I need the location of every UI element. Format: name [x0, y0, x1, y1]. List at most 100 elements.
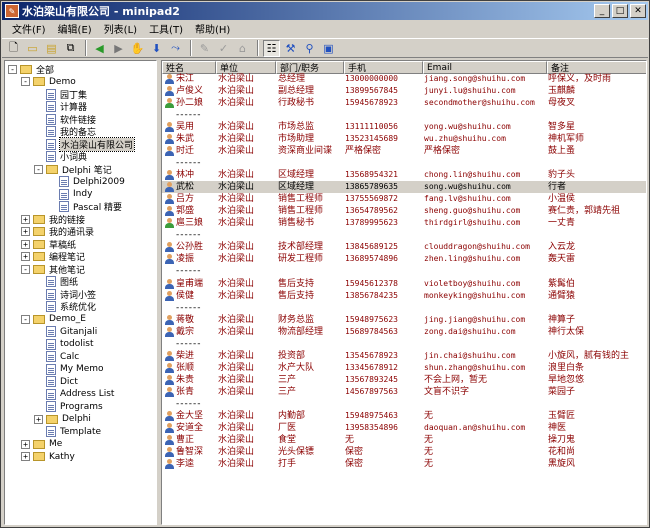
tree-node[interactable]: 诗词小签 — [34, 288, 96, 301]
tree-node[interactable]: - Demo_E — [21, 313, 86, 325]
table-row[interactable]: 孙二娘 水泊梁山 行政秘书 15945678923 secondmother@shuih… — [162, 97, 646, 109]
expand-icon[interactable]: + — [21, 214, 30, 224]
table-row[interactable]: 凌振 水泊梁山 研发工程师 13689574896 zhen.ling@shuihu.c… — [162, 253, 646, 265]
expand-icon[interactable]: + — [21, 252, 30, 261]
copy-icon[interactable]: ⧉ — [62, 40, 79, 57]
table-row[interactable]: 戴宗 水泊梁山 物流部经理 15689784563 zong.dai@shuihu.co… — [162, 326, 646, 338]
collapse-icon[interactable]: - — [8, 64, 17, 74]
tree-node[interactable]: - 全部 — [8, 63, 54, 76]
tree-node[interactable]: + 我的通讯录 — [21, 226, 94, 238]
folder-tree[interactable]: - 全部 - Demo 园丁集 计算器 软件链接 我的备忘 水泊梁山有限公司 小词典 - Delphi… — [4, 60, 157, 525]
table-row[interactable]: 扈三娘 水泊梁山 销售秘书 13789995623 thirdgirl@shuihu.c… — [162, 217, 646, 229]
table-row[interactable]: 公孙胜 水泊梁山 技术部经理 13845689125 clouddragon@shuih… — [162, 241, 646, 253]
tree-node[interactable]: - Delphi 笔记 — [34, 163, 112, 176]
maximize-button[interactable]: □ — [612, 4, 628, 18]
menu-edit[interactable]: 编辑(E) — [52, 21, 98, 36]
tree-node[interactable]: + Me — [21, 438, 62, 450]
contact-dept-cell: 销售秘书 — [278, 218, 315, 229]
table-row[interactable]: 朱武 水泊梁山 市场助理 13523145689 wu.zhu@shuihu.com 神机… — [162, 133, 646, 145]
tree-node[interactable]: + 编程笔记 — [21, 251, 85, 263]
tree-node[interactable]: + Kathy — [21, 451, 75, 463]
expand-icon[interactable]: + — [21, 439, 30, 449]
expand-icon[interactable]: + — [34, 414, 43, 424]
table-row[interactable]: 皇甫端 水泊梁山 售后支持 15945612378 violetboy@shuihu.c… — [162, 278, 646, 290]
tree-node[interactable]: Address List — [34, 388, 114, 400]
table-row[interactable]: 金大坚 水泊梁山 内勤部 15948975463 无 玉臂匠 — [162, 410, 646, 422]
tag-icon[interactable]: ⌂ — [234, 40, 251, 57]
menu-file[interactable]: 文件(F) — [6, 21, 52, 36]
menu-list[interactable]: 列表(L) — [98, 21, 143, 36]
close-button[interactable]: ✕ — [630, 4, 646, 18]
table-row[interactable]: 柴进 水泊梁山 投资部 13545678923 jin.chai@shuihu.com 小… — [162, 350, 646, 362]
tree-node[interactable]: Gitanjali — [34, 326, 97, 338]
collapse-icon[interactable]: - — [21, 77, 30, 86]
tree-node[interactable]: 图纸 — [34, 276, 78, 288]
tree-node[interactable]: 计算器 — [34, 101, 87, 113]
down-arrow-icon[interactable]: ⬇ — [148, 40, 165, 57]
collapse-icon[interactable]: - — [34, 164, 43, 174]
hand-icon[interactable]: ✋ — [129, 40, 146, 57]
tree-node[interactable]: 园丁集 — [34, 88, 87, 101]
table-row[interactable]: 时迁 水泊梁山 资深商业间谍 严格保密 严格保密 鼓上蚤 — [162, 145, 646, 157]
tree-node[interactable]: 小词典 — [34, 151, 87, 163]
table-row[interactable]: 张青 水泊梁山 三产 14567897563 文盲不识字 菜园子 — [162, 386, 646, 398]
table-row[interactable]: 武松 水泊梁山 区域经理 13865789635 song.wu@shuihu.com 行… — [162, 181, 646, 194]
tree-node[interactable]: 水泊梁山有限公司 — [34, 136, 136, 152]
table-row[interactable]: 张顺 水泊梁山 水产大队 13345678912 shun.zhang@shuihu.c… — [162, 362, 646, 374]
back-arrow-icon[interactable]: ◀ — [91, 40, 108, 57]
table-row[interactable]: 侯健 水泊梁山 售后支持 13856784235 monkeyking@shuihu.c… — [162, 290, 646, 302]
tree-node[interactable]: todolist — [34, 338, 93, 350]
tree-node[interactable]: Indy — [47, 188, 92, 200]
expand-icon[interactable]: + — [21, 227, 30, 236]
table-row[interactable]: 林冲 水泊梁山 区域经理 13568954321 chong.lin@shuihu.co… — [162, 169, 646, 181]
contact-note-cell: 行者 — [548, 182, 567, 193]
collapse-icon[interactable]: - — [21, 314, 30, 324]
tree-node[interactable]: - 其他笔记 — [21, 263, 85, 276]
table-row[interactable]: 吕方 水泊梁山 销售工程师 13755569872 fang.lv@shuihu.com… — [162, 193, 646, 205]
tree-node[interactable]: 系统优化 — [34, 301, 96, 313]
menu-tools[interactable]: 工具(T) — [143, 21, 189, 36]
tree-node[interactable]: + Delphi — [34, 413, 91, 425]
forward-arrow-icon[interactable]: ▶ — [110, 40, 127, 57]
tree-node[interactable]: + 我的链接 — [21, 213, 85, 226]
table-row[interactable]: 吴用 水泊梁山 市场总监 13111110056 yong.wu@shuihu.com 智… — [162, 121, 646, 133]
contact-list[interactable]: 姓名 单位 部门/职务 手机 Email 备注 宋江 水泊梁山 总经理 1300000… — [161, 60, 647, 525]
open-icon[interactable]: ▤ — [43, 40, 60, 57]
edit-icon[interactable]: ✎ — [196, 40, 213, 57]
tools-icon[interactable]: ⚒ — [282, 40, 299, 57]
table-row[interactable]: 宋江 水泊梁山 总经理 13000000000 jiang.song@shuihu.co… — [162, 73, 646, 85]
tree-node[interactable]: 我的备忘 — [34, 126, 96, 138]
tree-view-icon[interactable]: ☷ — [263, 39, 280, 57]
minimize-button[interactable]: _ — [594, 4, 610, 18]
table-row[interactable]: 鲁智深 水泊梁山 光头保镖 保密 无 花和尚 — [162, 446, 646, 458]
link-icon[interactable]: ⤳ — [167, 40, 184, 57]
table-row[interactable]: 蒋敬 水泊梁山 财务总监 15948975623 jing.jiang@shuihu.c… — [162, 314, 646, 326]
check-icon[interactable]: ✓ — [215, 40, 232, 57]
tree-node[interactable]: Dict — [34, 376, 78, 388]
table-row[interactable]: 郭盛 水泊梁山 销售工程师 13654789562 sheng.guo@shuihu.c… — [162, 205, 646, 217]
expand-icon[interactable]: + — [21, 239, 30, 249]
tree-node[interactable]: Programs — [34, 401, 103, 413]
collapse-icon[interactable]: - — [21, 264, 30, 274]
tree-node[interactable]: + 草稿纸 — [21, 238, 76, 251]
contact-dept-cell: 水产大队 — [278, 362, 315, 373]
tree-node[interactable]: Delphi2009 — [47, 176, 125, 188]
table-row[interactable]: 李逵 水泊梁山 打手 保密 无 黑旋风 — [162, 458, 646, 470]
table-row[interactable]: 朱贵 水泊梁山 三产 13567893245 不会上网，暂无 旱地忽悠 — [162, 374, 646, 386]
title-bar[interactable]: ✎ 水泊梁山有限公司 - minipad2 _ □ ✕ — [2, 2, 648, 20]
menu-help[interactable]: 帮助(H) — [189, 21, 236, 36]
new-folder-icon[interactable]: ▭ — [24, 40, 41, 57]
save-icon[interactable]: ▣ — [320, 40, 337, 57]
tree-node[interactable]: Pascal 精要 — [47, 201, 122, 213]
table-row[interactable]: 曹正 水泊梁山 食堂 无 无 操刀鬼 — [162, 434, 646, 446]
expand-icon[interactable]: + — [21, 452, 30, 461]
table-row[interactable]: 安道全 水泊梁山 厂医 13958354896 daoquan.an@shuihu.co… — [162, 422, 646, 434]
search-icon[interactable]: ⚲ — [301, 40, 318, 57]
new-page-icon[interactable]: 🗋 — [5, 40, 22, 57]
tree-node[interactable]: My Memo — [34, 363, 104, 375]
tree-node[interactable]: Calc — [34, 351, 79, 363]
table-row[interactable]: 卢俊义 水泊梁山 副总经理 13899567845 junyi.lu@shuihu.co… — [162, 85, 646, 97]
tree-node[interactable]: 软件链接 — [34, 113, 96, 126]
tree-node[interactable]: Template — [34, 426, 101, 438]
tree-node[interactable]: - Demo — [21, 76, 76, 88]
